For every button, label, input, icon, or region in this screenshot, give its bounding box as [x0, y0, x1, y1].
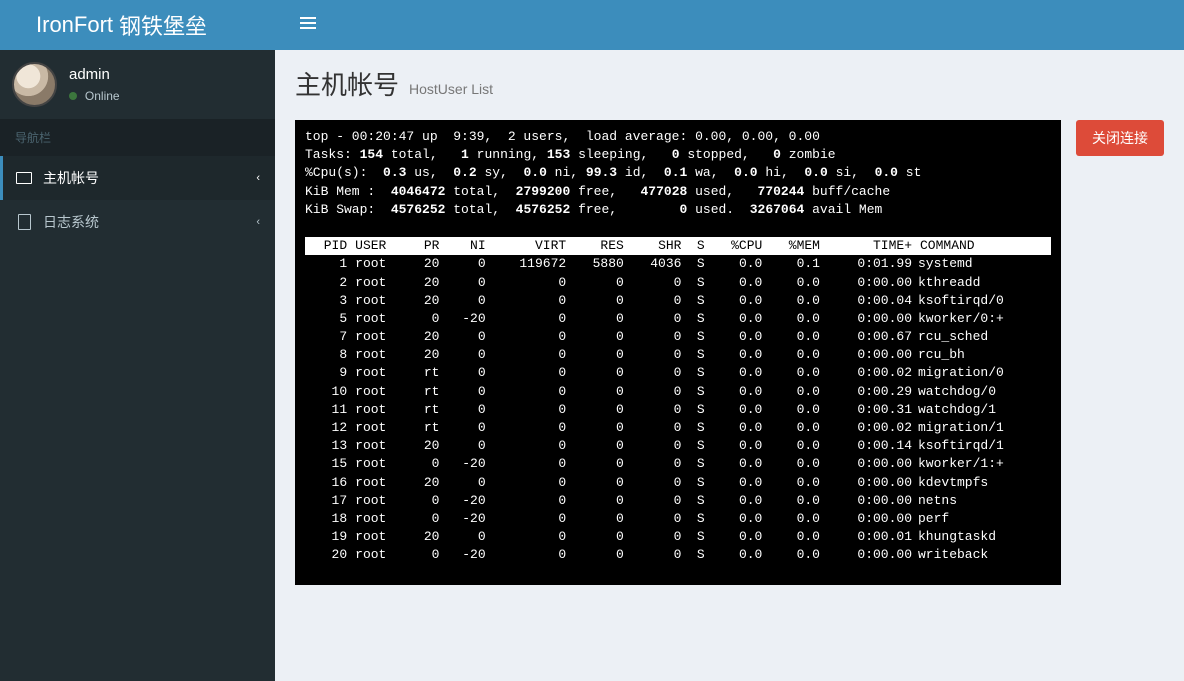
col-%mem: %MEM: [766, 237, 824, 255]
process-row: 1root20011967258804036S0.00.10:01.99syst…: [305, 255, 1051, 273]
col-pr: PR: [409, 237, 444, 255]
col-command: COMMAND: [916, 237, 1051, 255]
process-row: 15root0-20000S0.00.00:00.00kworker/1:+: [305, 455, 1051, 473]
user-name: admin: [69, 66, 120, 83]
process-row: 11rootrt0000S0.00.00:00.31watchdog/1: [305, 401, 1051, 419]
col-time+: TIME+: [824, 237, 916, 255]
close-connection-button[interactable]: 关闭连接: [1076, 120, 1164, 156]
process-row: 8root200000S0.00.00:00.00rcu_bh: [305, 346, 1051, 364]
menu-toggle-button[interactable]: [290, 4, 326, 47]
process-row: 20root0-20000S0.00.00:00.00writeback: [305, 546, 1051, 564]
page-header: 主机帐号 HostUser List: [295, 65, 1164, 102]
col-ni: NI: [443, 237, 489, 255]
top-tasks-line: Tasks: 154 total, 1 running, 153 sleepin…: [305, 147, 836, 162]
page-title: 主机帐号: [295, 65, 399, 102]
chevron-left-icon: ‹: [256, 172, 260, 184]
process-row: 16root200000S0.00.00:00.00kdevtmpfs: [305, 474, 1051, 492]
brand-name: IronFort: [36, 12, 113, 38]
col-s: S: [685, 237, 708, 255]
status-text: Online: [85, 89, 120, 103]
avatar[interactable]: [12, 62, 57, 107]
file-icon: [15, 215, 33, 229]
col-res: RES: [570, 237, 628, 255]
col-shr: SHR: [628, 237, 686, 255]
navbar: [275, 0, 1184, 50]
col-user: USER: [351, 237, 409, 255]
main-content: 主机帐号 HostUser List top - 00:20:47 up 9:3…: [275, 50, 1184, 681]
chevron-left-icon: ‹: [256, 216, 260, 228]
top-cpu-line: %Cpu(s): 0.3 us, 0.2 sy, 0.0 ni, 99.3 id…: [305, 165, 921, 180]
process-row: 13root200000S0.00.00:00.14ksoftirqd/1: [305, 437, 1051, 455]
sidebar-item-host-user[interactable]: 主机帐号 ‹: [0, 156, 275, 200]
process-row: 19root200000S0.00.00:00.01khungtaskd: [305, 528, 1051, 546]
top-mem-line: KiB Mem : 4046472 total, 2799200 free, 4…: [305, 184, 890, 199]
top-header: IronFort 钢铁堡垒: [0, 0, 1184, 50]
laptop-icon: [15, 171, 33, 185]
user-status: Online: [69, 87, 120, 103]
brand-suffix: 钢铁堡垒: [119, 9, 207, 41]
sidebar: admin Online 导航栏 主机帐号 ‹ 日志系统 ‹: [0, 50, 275, 681]
col-%cpu: %CPU: [709, 237, 767, 255]
status-dot-icon: [69, 92, 77, 100]
process-row: 3root200000S0.00.00:00.04ksoftirqd/0: [305, 292, 1051, 310]
sidebar-item-label: 日志系统: [43, 212, 99, 232]
process-row: 7root200000S0.00.00:00.67rcu_sched: [305, 328, 1051, 346]
top-summary: top - 00:20:47 up 9:39, 2 users, load av…: [305, 129, 820, 144]
process-row: 5root0-20000S0.00.00:00.00kworker/0:+: [305, 310, 1051, 328]
page-subtitle: HostUser List: [409, 81, 493, 97]
nav-header: 导航栏: [0, 119, 275, 156]
process-row: 18root0-20000S0.00.00:00.00perf: [305, 510, 1051, 528]
terminal-output[interactable]: top - 00:20:47 up 9:39, 2 users, load av…: [295, 120, 1061, 585]
top-swap-line: KiB Swap: 4576252 total, 4576252 free, 0…: [305, 202, 882, 217]
process-row: 9rootrt0000S0.00.00:00.02migration/0: [305, 364, 1051, 382]
process-table: PIDUSERPRNIVIRTRESSHRS%CPU%MEMTIME+COMMA…: [305, 237, 1051, 564]
user-panel: admin Online: [0, 50, 275, 119]
sidebar-item-logs[interactable]: 日志系统 ‹: [0, 200, 275, 244]
sidebar-item-label: 主机帐号: [43, 168, 99, 188]
process-row: 10rootrt0000S0.00.00:00.29watchdog/0: [305, 383, 1051, 401]
brand-logo[interactable]: IronFort 钢铁堡垒: [0, 0, 275, 50]
hamburger-icon: [300, 14, 316, 32]
col-pid: PID: [305, 237, 351, 255]
process-row: 17root0-20000S0.00.00:00.00netns: [305, 492, 1051, 510]
process-row: 2root200000S0.00.00:00.00kthreadd: [305, 274, 1051, 292]
process-row: 12rootrt0000S0.00.00:00.02migration/1: [305, 419, 1051, 437]
col-virt: VIRT: [490, 237, 571, 255]
